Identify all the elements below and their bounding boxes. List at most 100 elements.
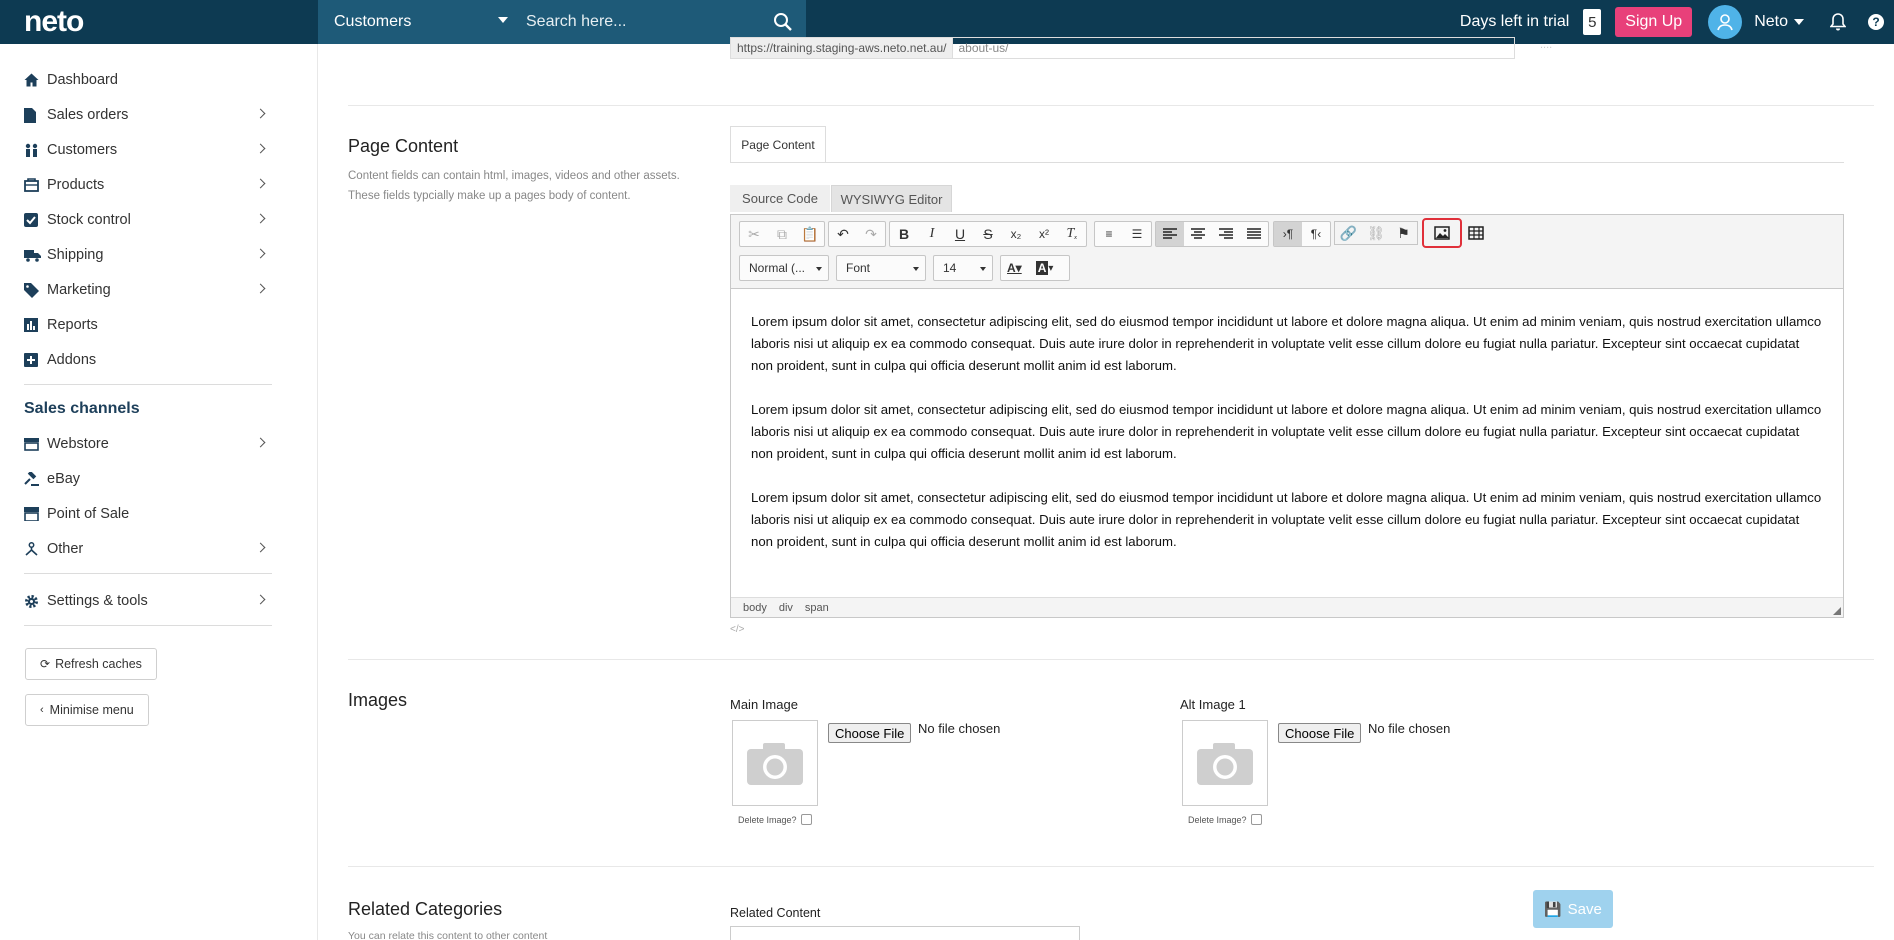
alt-image-choose-file-button[interactable]: Choose File	[1278, 723, 1362, 743]
format-select[interactable]: Normal (...	[739, 255, 829, 281]
file-icon	[24, 107, 41, 123]
gavel-icon	[24, 471, 41, 487]
main-image-label: Main Image	[730, 697, 798, 712]
search-scope-dropdown[interactable]: Customers	[318, 0, 526, 44]
insert-table-icon[interactable]	[1462, 221, 1490, 245]
format-select-value: Normal (...	[749, 261, 806, 275]
chevron-right-icon	[255, 108, 266, 119]
bell-icon[interactable]	[1830, 13, 1846, 31]
chevron-right-icon	[255, 178, 266, 189]
align-left-icon[interactable]	[1156, 222, 1184, 246]
sidebar-item-customers[interactable]: Customers	[24, 135, 270, 165]
share-icon	[24, 541, 41, 557]
anchor-flag-icon[interactable]: ⚑	[1390, 221, 1418, 245]
clipboard-group: ✂ ⧉ 📋	[739, 221, 825, 247]
editor-content-area[interactable]: Lorem ipsum dolor sit amet, consectetur …	[731, 289, 1843, 597]
text-color-icon[interactable]: A▾	[1007, 261, 1022, 275]
main-image-choose-file-button[interactable]: Choose File	[828, 723, 912, 743]
redo-icon[interactable]: ↷	[857, 222, 885, 246]
sidebar-item-other[interactable]: Other	[24, 534, 270, 564]
text-style-group: B I U S x₂ x² Tₓ	[889, 221, 1087, 247]
box-icon	[24, 178, 41, 192]
strikethrough-icon[interactable]: S	[974, 222, 1002, 246]
undo-icon[interactable]: ↶	[829, 222, 857, 246]
font-select[interactable]: Font	[836, 255, 926, 281]
font-select-value: Font	[846, 261, 871, 275]
numbered-list-icon[interactable]: ≡	[1095, 222, 1123, 246]
color-group: A▾ A ▾	[1000, 255, 1070, 281]
sidebar-divider	[24, 625, 272, 626]
copy-icon[interactable]: ⧉	[768, 222, 796, 246]
align-justify-icon[interactable]	[1240, 222, 1268, 246]
unlink-icon[interactable]: ⛓	[1362, 221, 1390, 245]
italic-icon[interactable]: I	[918, 222, 946, 246]
code-icon: </>	[730, 624, 745, 635]
search-icon[interactable]	[770, 9, 796, 35]
camera-icon	[1197, 743, 1253, 785]
align-right-icon[interactable]	[1212, 222, 1240, 246]
sidebar-item-addons[interactable]: Addons	[24, 345, 270, 375]
minimise-menu-label: Minimise menu	[49, 703, 134, 717]
alt-image-delete-checkbox[interactable]	[1250, 814, 1262, 825]
cut-icon[interactable]: ✂	[740, 222, 768, 246]
camera-icon	[747, 743, 803, 785]
background-color-icon[interactable]: A	[1035, 261, 1049, 275]
wysiwyg-editor: ✂ ⧉ 📋 ↶ ↷ B I U S x₂ x² Tₓ ≡ ☰ ›¶ ¶‹ 🔗 ⛓…	[730, 214, 1844, 618]
insert-group: 🔗 ⛓ ⚑	[1334, 218, 1490, 248]
sidebar-item-marketing[interactable]: Marketing	[24, 275, 270, 305]
sidebar-item-settings-tools[interactable]: Settings & tools	[24, 586, 270, 616]
user-avatar-icon[interactable]	[1708, 5, 1743, 39]
help-icon[interactable]: ?	[1868, 14, 1884, 30]
url-slug-input[interactable]: about-us/	[953, 37, 1516, 59]
sidebar-item-label: Dashboard	[47, 72, 118, 88]
sidebar-item-shipping[interactable]: Shipping	[24, 240, 270, 270]
ltr-icon[interactable]: ›¶	[1274, 222, 1302, 246]
tab-page-content[interactable]: Page Content	[730, 126, 826, 163]
sidebar-item-label: Webstore	[47, 436, 109, 452]
bold-icon[interactable]: B	[890, 222, 918, 246]
tab-wysiwyg-editor[interactable]: WYSIWYG Editor	[831, 185, 952, 212]
editor-paragraph: Lorem ipsum dolor sit amet, consectetur …	[751, 314, 1822, 373]
remove-format-icon[interactable]: Tₓ	[1058, 222, 1086, 246]
neto-logo[interactable]: neto	[0, 0, 318, 44]
sidebar-item-ebay[interactable]: eBay	[24, 464, 270, 494]
refresh-caches-label: Refresh caches	[55, 657, 142, 671]
save-button[interactable]: 💾 Save	[1533, 890, 1613, 928]
link-icon[interactable]: 🔗	[1334, 221, 1362, 245]
superscript-icon[interactable]: x²	[1030, 222, 1058, 246]
insert-image-icon[interactable]	[1422, 218, 1462, 248]
rtl-icon[interactable]: ¶‹	[1302, 222, 1330, 246]
bulleted-list-icon[interactable]: ☰	[1123, 222, 1151, 246]
paste-icon[interactable]: 📋	[796, 222, 824, 246]
related-description: You can relate this content to other con…	[348, 930, 548, 940]
path-body[interactable]: body	[743, 602, 767, 614]
page-content-title: Page Content	[348, 136, 459, 156]
path-div[interactable]: div	[779, 602, 793, 614]
sidebar-item-webstore[interactable]: Webstore	[24, 429, 270, 459]
minimise-menu-button[interactable]: ‹ Minimise menu	[25, 694, 149, 726]
user-menu[interactable]: Neto	[1754, 13, 1804, 31]
align-center-icon[interactable]	[1184, 222, 1212, 246]
trial-days-badge: 5	[1583, 9, 1602, 35]
underline-icon[interactable]: U	[946, 222, 974, 246]
signup-button[interactable]: Sign Up	[1615, 7, 1693, 37]
size-select[interactable]: 14	[933, 255, 993, 281]
section-divider	[348, 866, 1874, 867]
resize-handle-icon[interactable]	[1833, 607, 1841, 615]
search-input[interactable]	[526, 7, 756, 37]
sidebar-item-reports[interactable]: Reports	[24, 310, 270, 340]
subscript-icon[interactable]: x₂	[1002, 222, 1030, 246]
sidebar-item-point-of-sale[interactable]: Point of Sale	[24, 499, 270, 529]
chevron-down-icon	[913, 267, 919, 271]
sidebar-item-dashboard[interactable]: Dashboard	[24, 65, 270, 95]
main-image-delete-checkbox[interactable]	[800, 814, 812, 825]
related-content-select[interactable]	[730, 926, 1080, 940]
alt-image-label: Alt Image 1	[1180, 697, 1246, 712]
path-span[interactable]: span	[805, 602, 829, 614]
sidebar-item-products[interactable]: Products	[24, 170, 270, 200]
tab-source-code[interactable]: Source Code	[730, 185, 830, 212]
refresh-caches-button[interactable]: ⟳ Refresh caches	[25, 648, 157, 680]
chevron-right-icon	[255, 594, 266, 605]
sidebar-item-stock-control[interactable]: Stock control	[24, 205, 270, 235]
sidebar-item-sales-orders[interactable]: Sales orders	[24, 100, 270, 130]
